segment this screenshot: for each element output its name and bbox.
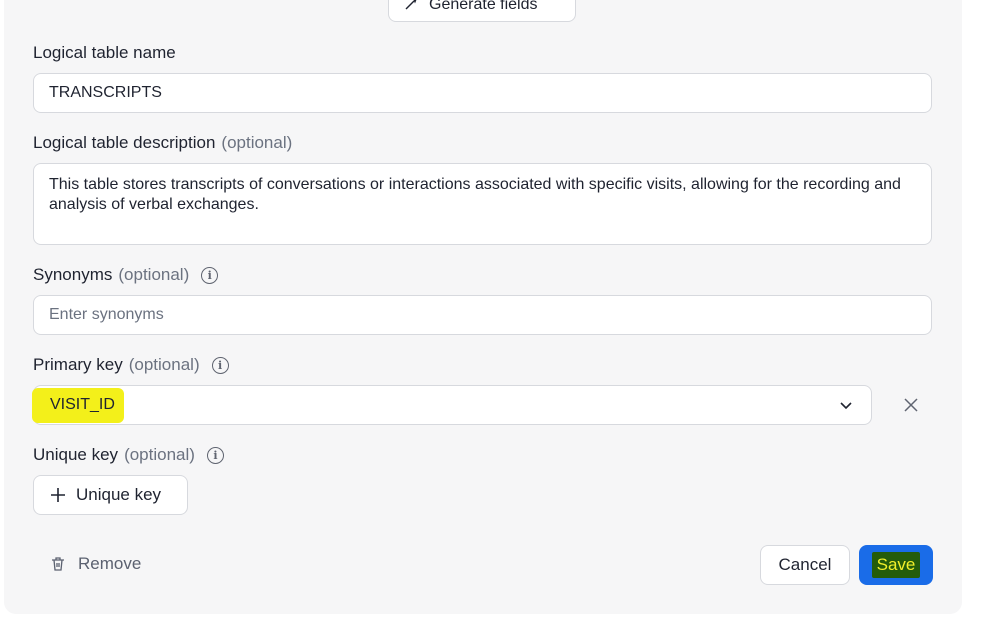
table-name-value: TRANSCRIPTS — [49, 84, 162, 101]
info-icon[interactable]: i — [206, 446, 224, 464]
description-label-text: Logical table description — [33, 133, 216, 152]
save-button[interactable]: Save — [859, 545, 933, 585]
primary-key-label-text: Primary key — [33, 355, 123, 374]
remove-button[interactable]: Remove — [50, 554, 141, 574]
table-name-label-text: Logical table name — [33, 43, 176, 62]
info-icon[interactable]: i — [201, 266, 219, 284]
description-value: This table stores transcripts of convers… — [49, 176, 901, 213]
primary-key-value: VISIT_ID — [50, 396, 115, 413]
description-textarea[interactable]: This table stores transcripts of convers… — [33, 163, 932, 245]
primary-key-label: Primary key (optional) i — [33, 355, 229, 375]
synonyms-placeholder: Enter synonyms — [49, 306, 164, 323]
cancel-label: Cancel — [778, 555, 832, 574]
primary-key-optional: (optional) — [128, 355, 200, 374]
trash-icon — [52, 557, 64, 571]
description-optional: (optional) — [221, 133, 293, 152]
synonyms-label: Synonyms (optional) i — [33, 265, 219, 285]
unique-key-label: Unique key (optional) i — [33, 445, 224, 465]
generate-fields-button[interactable]: Generate fields — [388, 0, 576, 22]
primary-key-select[interactable]: VISIT_ID — [32, 385, 872, 425]
remove-label: Remove — [78, 554, 142, 573]
table-name-input[interactable]: TRANSCRIPTS — [33, 73, 932, 113]
synonyms-label-text: Synonyms — [33, 265, 113, 284]
add-unique-key-button[interactable]: Unique key — [33, 475, 188, 515]
unique-key-button-label: Unique key — [76, 485, 162, 504]
table-name-label: Logical table name — [33, 43, 176, 63]
chevron-down-icon[interactable] — [839, 398, 853, 412]
unique-key-optional: (optional) — [124, 445, 195, 464]
synonyms-input[interactable]: Enter synonyms — [33, 295, 932, 335]
description-label: Logical table description (optional) — [33, 133, 292, 153]
generate-fields-label: Generate fields — [429, 0, 538, 13]
unique-key-label-text: Unique key — [33, 445, 119, 464]
synonyms-optional: (optional) — [118, 265, 190, 284]
save-label: Save — [871, 552, 921, 578]
info-icon[interactable]: i — [211, 356, 229, 374]
plus-icon — [51, 488, 65, 502]
close-icon[interactable] — [903, 397, 919, 413]
sparkle-wand-icon — [403, 0, 421, 17]
cancel-button[interactable]: Cancel — [760, 545, 850, 585]
